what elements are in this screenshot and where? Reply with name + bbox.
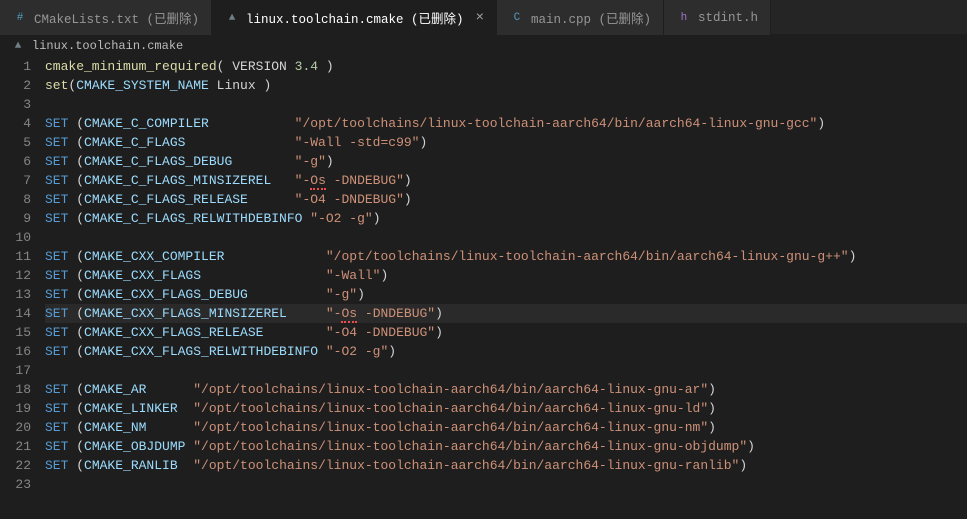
code-line[interactable]: SET (CMAKE_LINKER "/opt/toolchains/linux… xyxy=(45,399,967,418)
code-line[interactable] xyxy=(45,475,967,494)
tab-label: CMakeLists.txt (已删除) xyxy=(34,8,199,27)
line-number: 9 xyxy=(0,209,31,228)
line-number: 1 xyxy=(0,57,31,76)
code-line[interactable]: SET (CMAKE_C_FLAGS_MINSIZEREL "-Os -DNDE… xyxy=(45,171,967,190)
code-line[interactable]: SET (CMAKE_C_FLAGS_RELEASE "-O4 -DNDEBUG… xyxy=(45,190,967,209)
code-line[interactable]: SET (CMAKE_NM "/opt/toolchains/linux-too… xyxy=(45,418,967,437)
line-number: 10 xyxy=(0,228,31,247)
line-number: 23 xyxy=(0,475,31,494)
tab-label: main.cpp (已删除) xyxy=(531,8,651,27)
line-number: 21 xyxy=(0,437,31,456)
code-line[interactable]: SET (CMAKE_C_COMPILER "/opt/toolchains/l… xyxy=(45,114,967,133)
tab-3[interactable]: h stdint.h xyxy=(664,0,771,35)
code-line[interactable]: SET (CMAKE_CXX_FLAGS_DEBUG "-g") xyxy=(45,285,967,304)
tab-0[interactable]: # CMakeLists.txt (已删除) xyxy=(0,0,212,35)
breadcrumb[interactable]: ▲ linux.toolchain.cmake xyxy=(0,35,967,57)
line-number: 20 xyxy=(0,418,31,437)
code-line[interactable] xyxy=(45,228,967,247)
line-number: 14 xyxy=(0,304,31,323)
line-number: 17 xyxy=(0,361,31,380)
tab-2[interactable]: Cmain.cpp (已删除) xyxy=(497,0,664,35)
tab-label: linux.toolchain.cmake (已删除) xyxy=(246,8,464,27)
code-line[interactable]: SET (CMAKE_OBJDUMP "/opt/toolchains/linu… xyxy=(45,437,967,456)
code-line[interactable]: SET (CMAKE_CXX_FLAGS "-Wall") xyxy=(45,266,967,285)
line-number: 16 xyxy=(0,342,31,361)
code-line[interactable]: SET (CMAKE_CXX_FLAGS_MINSIZEREL "-Os -DN… xyxy=(45,304,967,323)
code-line[interactable] xyxy=(45,361,967,380)
tab-1[interactable]: ▲ linux.toolchain.cmake (已删除) × xyxy=(212,0,497,35)
code-line[interactable]: SET (CMAKE_CXX_FLAGS_RELEASE "-O4 -DNDEB… xyxy=(45,323,967,342)
code-line[interactable]: set(CMAKE_SYSTEM_NAME Linux ) xyxy=(45,76,967,95)
tab-label: stdint.h xyxy=(698,11,758,25)
file-icon: # xyxy=(12,10,28,26)
breadcrumb-label: linux.toolchain.cmake xyxy=(32,39,183,53)
line-number: 12 xyxy=(0,266,31,285)
code-line[interactable]: SET (CMAKE_C_FLAGS "-Wall -std=c99") xyxy=(45,133,967,152)
line-number: 11 xyxy=(0,247,31,266)
code-line[interactable]: SET (CMAKE_C_FLAGS_RELWITHDEBINFO "-O2 -… xyxy=(45,209,967,228)
line-number: 18 xyxy=(0,380,31,399)
file-icon: C xyxy=(509,10,525,26)
line-number: 22 xyxy=(0,456,31,475)
code-line[interactable]: cmake_minimum_required( VERSION 3.4 ) xyxy=(45,57,967,76)
code-line[interactable] xyxy=(45,95,967,114)
tab-bar: # CMakeLists.txt (已删除) ▲ linux.toolchain.cm… xyxy=(0,0,967,35)
line-number: 19 xyxy=(0,399,31,418)
code-line[interactable]: SET (CMAKE_RANLIB "/opt/toolchains/linux… xyxy=(45,456,967,475)
code-line[interactable]: SET (CMAKE_C_FLAGS_DEBUG "-g") xyxy=(45,152,967,171)
line-number: 6 xyxy=(0,152,31,171)
line-number: 8 xyxy=(0,190,31,209)
line-number: 2 xyxy=(0,76,31,95)
line-number: 4 xyxy=(0,114,31,133)
cmake-file-icon: ▲ xyxy=(10,38,26,54)
line-number: 13 xyxy=(0,285,31,304)
line-number: 3 xyxy=(0,95,31,114)
close-icon[interactable]: × xyxy=(476,10,484,26)
code-line[interactable]: SET (CMAKE_CXX_COMPILER "/opt/toolchains… xyxy=(45,247,967,266)
code-line[interactable]: SET (CMAKE_CXX_FLAGS_RELWITHDEBINFO "-O2… xyxy=(45,342,967,361)
code-content[interactable]: cmake_minimum_required( VERSION 3.4 )set… xyxy=(45,57,967,494)
line-number: 5 xyxy=(0,133,31,152)
line-number-gutter: 1234567891011121314151617181920212223 xyxy=(0,57,45,494)
code-editor[interactable]: 1234567891011121314151617181920212223 cm… xyxy=(0,57,967,494)
file-icon: h xyxy=(676,10,692,26)
file-icon: ▲ xyxy=(224,10,240,26)
line-number: 15 xyxy=(0,323,31,342)
line-number: 7 xyxy=(0,171,31,190)
code-line[interactable]: SET (CMAKE_AR "/opt/toolchains/linux-too… xyxy=(45,380,967,399)
